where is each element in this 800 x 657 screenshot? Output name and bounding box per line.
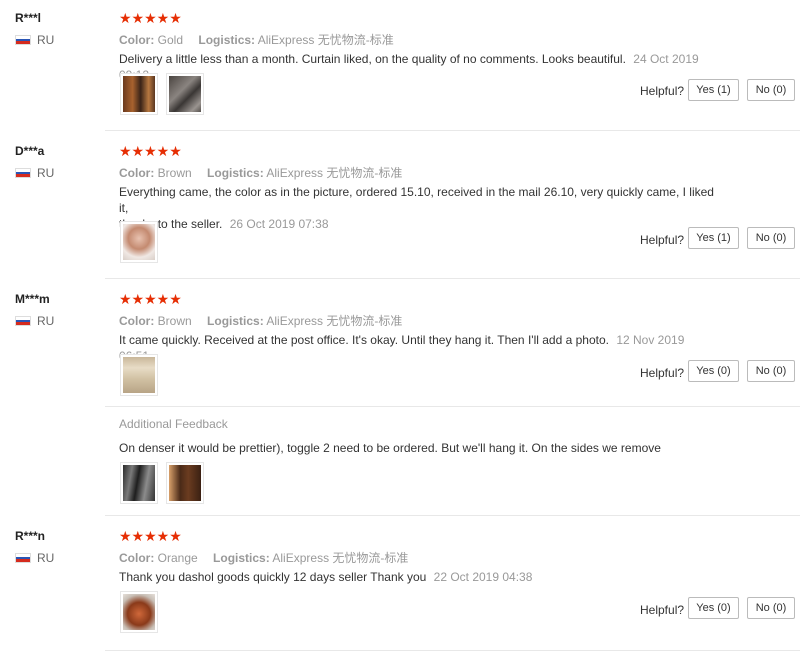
helpful-no-button[interactable]: No (0) [747,597,795,619]
color-value: Orange [157,551,198,565]
review-photo-thumbnail[interactable] [120,354,158,396]
star-rating: ★★★★★ [119,10,182,26]
review-meta: Color: Gold Logistics: AliExpress 无忧物流-标… [119,31,394,48]
reviewer-country: RU [15,166,54,180]
review-body: It came quickly. Received at the post of… [119,333,609,347]
review-divider [105,278,800,279]
country-code: RU [37,551,55,565]
star-rating: ★★★★★ [119,291,182,307]
star-rating: ★★★★★ [119,528,182,544]
helpful-yes-button[interactable]: Yes (1) [688,227,739,249]
logistics-value: AliExpress 无忧物流-标准 [257,33,394,47]
review-date: 22 Oct 2019 04:38 [433,570,533,584]
review-text: Thank you dashol goods quickly 12 days s… [119,569,699,585]
country-code: RU [37,166,55,180]
reviewer-country: RU [15,33,54,47]
review-body: Delivery a little less than a month. Cur… [119,52,626,66]
reviewer-name: D***a [15,144,45,158]
review-body-line: thanks to the seller. 26 Oct 2019 07:38 [119,216,719,232]
review-text: Everything came, the color as in the pic… [119,184,719,232]
review-body: Thank you dashol goods quickly 12 days s… [119,570,427,584]
review-meta: Color: Brown Logistics: AliExpress 无忧物流-… [119,164,402,181]
reviewer-name: R***n [15,529,46,543]
russia-flag-icon [15,316,31,326]
additional-feedback-divider [105,406,800,407]
country-code: RU [37,314,55,328]
helpful-yes-button[interactable]: Yes (0) [688,360,739,382]
review-photo-thumbnail[interactable] [166,73,204,115]
additional-feedback-text: On denser it would be prettier), toggle … [119,441,661,455]
review-photo-thumbnail[interactable] [120,221,158,263]
reviewer-country: RU [15,551,54,565]
review-divider [105,130,800,131]
color-value: Brown [157,166,192,180]
logistics-label: Logistics: [207,166,264,180]
color-value: Gold [157,33,184,47]
star-rating: ★★★★★ [119,143,182,159]
review-photo-thumbnail[interactable] [120,462,158,504]
helpful-label: Helpful? [640,603,685,617]
russia-flag-icon [15,553,31,563]
review-meta: Color: Brown Logistics: AliExpress 无忧物流-… [119,312,402,329]
russia-flag-icon [15,168,31,178]
reviewer-name: R***l [15,11,42,25]
logistics-label: Logistics: [213,551,270,565]
review-divider [105,515,800,516]
helpful-yes-button[interactable]: Yes (0) [688,597,739,619]
color-value: Brown [157,314,192,328]
logistics-value: AliExpress 无忧物流-标准 [266,166,403,180]
helpful-label: Helpful? [640,366,685,380]
review-meta: Color: Orange Logistics: AliExpress 无忧物流… [119,549,408,566]
review-photo-thumbnail[interactable] [120,73,158,115]
color-label: Color: [119,33,155,47]
color-label: Color: [119,314,155,328]
reviewer-country: RU [15,314,54,328]
additional-feedback-heading: Additional Feedback [119,417,228,431]
review-photo-thumbnail[interactable] [166,462,204,504]
russia-flag-icon [15,35,31,45]
review-date: 26 Oct 2019 07:38 [229,217,329,231]
color-label: Color: [119,166,155,180]
review-body-line: Everything came, the color as in the pic… [119,185,714,215]
reviewer-name: M***m [15,292,50,306]
helpful-label: Helpful? [640,84,685,98]
logistics-value: AliExpress 无忧物流-标准 [266,314,403,328]
helpful-no-button[interactable]: No (0) [747,227,795,249]
logistics-label: Logistics: [207,314,264,328]
logistics-label: Logistics: [198,33,256,47]
review-text: It came quickly. Received at the post of… [119,332,699,364]
review-divider [105,650,800,651]
color-label: Color: [119,551,155,565]
helpful-yes-button[interactable]: Yes (1) [688,79,739,101]
review-text: Delivery a little less than a month. Cur… [119,51,699,83]
helpful-label: Helpful? [640,233,685,247]
country-code: RU [37,33,55,47]
review-photo-thumbnail[interactable] [120,591,158,633]
helpful-no-button[interactable]: No (0) [747,360,795,382]
logistics-value: AliExpress 无忧物流-标准 [272,551,409,565]
helpful-no-button[interactable]: No (0) [747,79,795,101]
